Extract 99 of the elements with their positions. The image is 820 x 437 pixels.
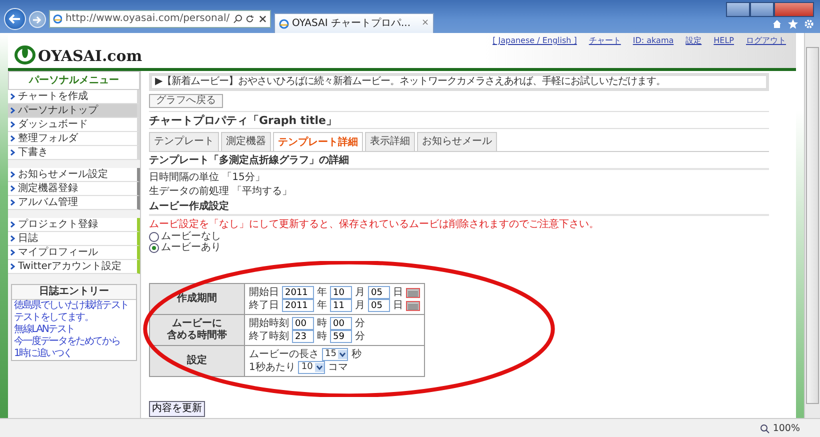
field-label: 終了時刻 (249, 330, 289, 343)
sidebar-item[interactable]: 下書き (8, 146, 140, 160)
arrow-right-icon (33, 16, 42, 24)
calendar-icon[interactable] (406, 288, 420, 298)
tab[interactable]: 測定機器 (221, 132, 271, 152)
header-link[interactable]: チャート (588, 36, 621, 46)
close-icon (258, 14, 267, 24)
input-field[interactable]: 59 (330, 330, 352, 344)
section-heading: テンプレート「多測定点折線グラフ」の詳細 (149, 152, 769, 170)
header-link[interactable]: ID: akama (632, 36, 674, 46)
input-field[interactable]: 00 (330, 317, 352, 330)
radio-option[interactable]: ムービーなし (149, 231, 221, 242)
input-field[interactable]: 11 (330, 299, 352, 312)
page-title: チャートプロパティ「Graph title」 (149, 111, 769, 130)
restore-button[interactable] (750, 2, 774, 17)
unit-label: 時 (317, 330, 327, 343)
unit-label: 分 (355, 318, 365, 330)
diary-entry-link[interactable]: 1時に追いつく (14, 348, 72, 360)
unit-label: 秒 (351, 348, 362, 361)
caret-icon[interactable] (338, 350, 348, 360)
input-field[interactable]: 23 (292, 330, 314, 344)
field-label: 開始日 (249, 286, 279, 299)
caret-icon[interactable] (314, 363, 324, 372)
sidebar-item[interactable]: お知らせメール設定 (8, 168, 140, 182)
update-button[interactable]: 内容を更新 (149, 401, 205, 418)
select-dropdown[interactable]: 10 (298, 361, 325, 374)
sidebar-item[interactable]: 整理フォルダ (8, 132, 140, 146)
unit-label: 月 (355, 300, 365, 312)
select-dropdown[interactable]: 15 (322, 348, 348, 362)
scrollbar[interactable] (804, 33, 820, 418)
input-field[interactable]: 2011 (282, 286, 314, 300)
header-link[interactable]: ログアウト (746, 36, 786, 46)
sidebar-item[interactable]: アルバム管理 (8, 196, 140, 210)
sidebar-item[interactable]: 日誌 (8, 232, 140, 246)
detail-text: 日時間隔の単位 「15分」 (149, 172, 265, 184)
header-link[interactable]: HELP (714, 36, 734, 46)
diary-entry-link[interactable]: テストをしてます。 (14, 312, 94, 324)
sidebar-item[interactable]: チャートを作成 (8, 90, 140, 104)
header-link[interactable]: [ Japanese / English ] (492, 36, 577, 46)
diary-entry-link[interactable]: 今一度データをためてから (14, 336, 120, 348)
sidebar-item[interactable]: Twitterアカウント設定 (8, 260, 140, 274)
unit-label: 分 (355, 330, 365, 343)
tab[interactable]: 表示詳細 (365, 132, 415, 152)
news-ticker: ▶【新着ムービー】おやさいひろばに続々新着ムービー。ネットワークカメラさえあれば、手軽にお試しいただけます。 (149, 73, 769, 91)
unit-label: 月 (355, 286, 365, 299)
tab[interactable]: お知らせメール (417, 132, 497, 152)
field-label: ムービーの長さ (249, 348, 319, 361)
unit-label: 日 (393, 300, 403, 312)
unit-label: 年 (317, 286, 327, 299)
tab[interactable]: テンプレート (149, 132, 219, 152)
settings-icon[interactable] (804, 19, 814, 29)
address-bar[interactable]: http://www.oyasai.com/personal/ (49, 10, 271, 28)
warning-text: ムービ設定を「なし」にして更新すると、保存されているムービは削除されますのでご注意下さい。 (149, 219, 599, 231)
sidebar-title: パーソナルメニュー (8, 71, 140, 90)
diary-entry-link[interactable]: 徳島県でしいたけ栽培テスト (14, 300, 128, 312)
forward-button[interactable] (29, 11, 46, 28)
input-field[interactable]: 00 (292, 317, 314, 330)
unit-label: 年 (317, 300, 327, 312)
globe-icon (279, 18, 289, 28)
sidebar-item[interactable]: プロジェクト登録 (8, 218, 140, 232)
minimize-button[interactable] (726, 2, 750, 17)
input-field[interactable]: 05 (368, 299, 390, 312)
row-header: ムービーに 含める時間帯 (150, 314, 244, 346)
field-label: 1秒あたり (249, 362, 296, 374)
input-field[interactable]: 10 (330, 286, 352, 300)
search-icon (232, 14, 242, 24)
sidebar-item[interactable]: マイプロフィール (8, 246, 140, 260)
globe-icon (53, 14, 62, 24)
input-field[interactable]: 2011 (282, 299, 314, 312)
logo-icon (14, 43, 36, 65)
row-header: 作成期間 (150, 284, 244, 315)
back-to-graph-button[interactable]: グラフへ戻る (149, 94, 223, 108)
input-field[interactable]: 05 (368, 286, 390, 300)
field-label: 終了日 (249, 300, 279, 312)
field-label: 開始時刻 (249, 318, 289, 330)
unit-label: 日 (393, 286, 403, 299)
header-link[interactable]: 設定 (686, 36, 702, 46)
zoom-level[interactable]: 100% (772, 422, 800, 434)
sidebar-item[interactable]: パーソナルトップ (8, 104, 140, 118)
unit-label: 時 (317, 318, 327, 330)
calendar-icon[interactable] (406, 300, 420, 311)
site-logo-text: OYASAI.com (38, 47, 142, 65)
browser-tab[interactable]: OYASAI チャートプロパ... × (274, 13, 434, 33)
detail-text: 生データの前処理 「平均する」 (149, 186, 292, 198)
back-button[interactable] (4, 8, 26, 30)
tab[interactable]: テンプレート詳細 (273, 132, 363, 152)
diary-title: 日誌エントリー (12, 285, 136, 300)
sidebar-item[interactable]: ダッシュボード (8, 118, 140, 132)
star-icon[interactable] (788, 19, 798, 29)
arrow-left-icon (9, 14, 21, 24)
section-heading: ムービー作成設定 (149, 198, 769, 216)
home-icon[interactable] (772, 19, 782, 29)
refresh-icon (245, 14, 255, 24)
close-button[interactable] (774, 2, 814, 17)
sidebar-item[interactable]: 測定機器登録 (8, 182, 140, 196)
unit-label: コマ (328, 362, 348, 374)
diary-entry-link[interactable]: 無線LANテスト (14, 324, 75, 336)
zoom-icon (760, 424, 770, 434)
radio-option[interactable]: ムービーあり (149, 242, 221, 254)
